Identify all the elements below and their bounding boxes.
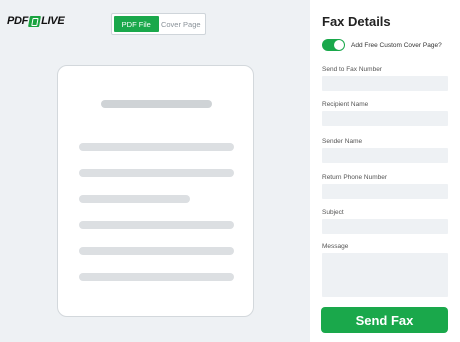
message-label: Message <box>322 243 349 250</box>
tab-pdf-file[interactable]: PDF File <box>114 16 159 32</box>
subject-group: Subject <box>322 209 448 234</box>
fax-number-group: Send to Fax Number <box>322 66 448 91</box>
subject-input[interactable] <box>322 219 448 234</box>
preview-area: PDF LIVE PDF File Cover Page <box>0 0 310 342</box>
panel-title: Fax Details <box>322 14 391 29</box>
recipient-input[interactable] <box>322 111 448 126</box>
return-phone-group: Return Phone Number <box>322 174 448 199</box>
sender-input[interactable] <box>322 148 448 163</box>
tab-cover-page[interactable]: Cover Page <box>159 16 204 32</box>
cover-page-toggle-row: Add Free Custom Cover Page? <box>322 39 442 51</box>
cover-page-switch-label: Add Free Custom Cover Page? <box>351 41 442 49</box>
document-preview <box>57 65 254 317</box>
send-fax-button[interactable]: Send Fax <box>321 307 448 333</box>
fax-details-panel: Fax Details Add Free Custom Cover Page? … <box>310 0 460 342</box>
message-textarea[interactable] <box>322 253 448 297</box>
recipient-group: Recipient Name <box>322 101 448 126</box>
placeholder-line <box>79 169 234 177</box>
placeholder-line <box>79 221 234 229</box>
logo-mark-icon <box>28 15 42 27</box>
placeholder-line <box>79 247 234 255</box>
placeholder-line <box>79 273 234 281</box>
pdfliner-logo[interactable]: PDF LIVE <box>7 15 65 27</box>
sender-group: Sender Name <box>322 138 448 163</box>
placeholder-title-line <box>101 100 212 108</box>
subject-label: Subject <box>322 209 344 216</box>
cover-page-switch[interactable] <box>322 39 345 51</box>
return-phone-label: Return Phone Number <box>322 174 388 181</box>
return-phone-input[interactable] <box>322 184 448 199</box>
fax-number-input[interactable] <box>322 76 448 91</box>
message-group: Message <box>322 243 448 297</box>
placeholder-line <box>79 195 190 203</box>
logo-text-left: PDF <box>7 15 29 27</box>
placeholder-line <box>79 143 234 151</box>
view-toggle: PDF File Cover Page <box>111 13 206 35</box>
recipient-label: Recipient Name <box>322 101 369 108</box>
sender-label: Sender Name <box>322 138 363 145</box>
logo-text-right: LIVE <box>41 15 65 27</box>
fax-number-label: Send to Fax Number <box>322 66 382 73</box>
